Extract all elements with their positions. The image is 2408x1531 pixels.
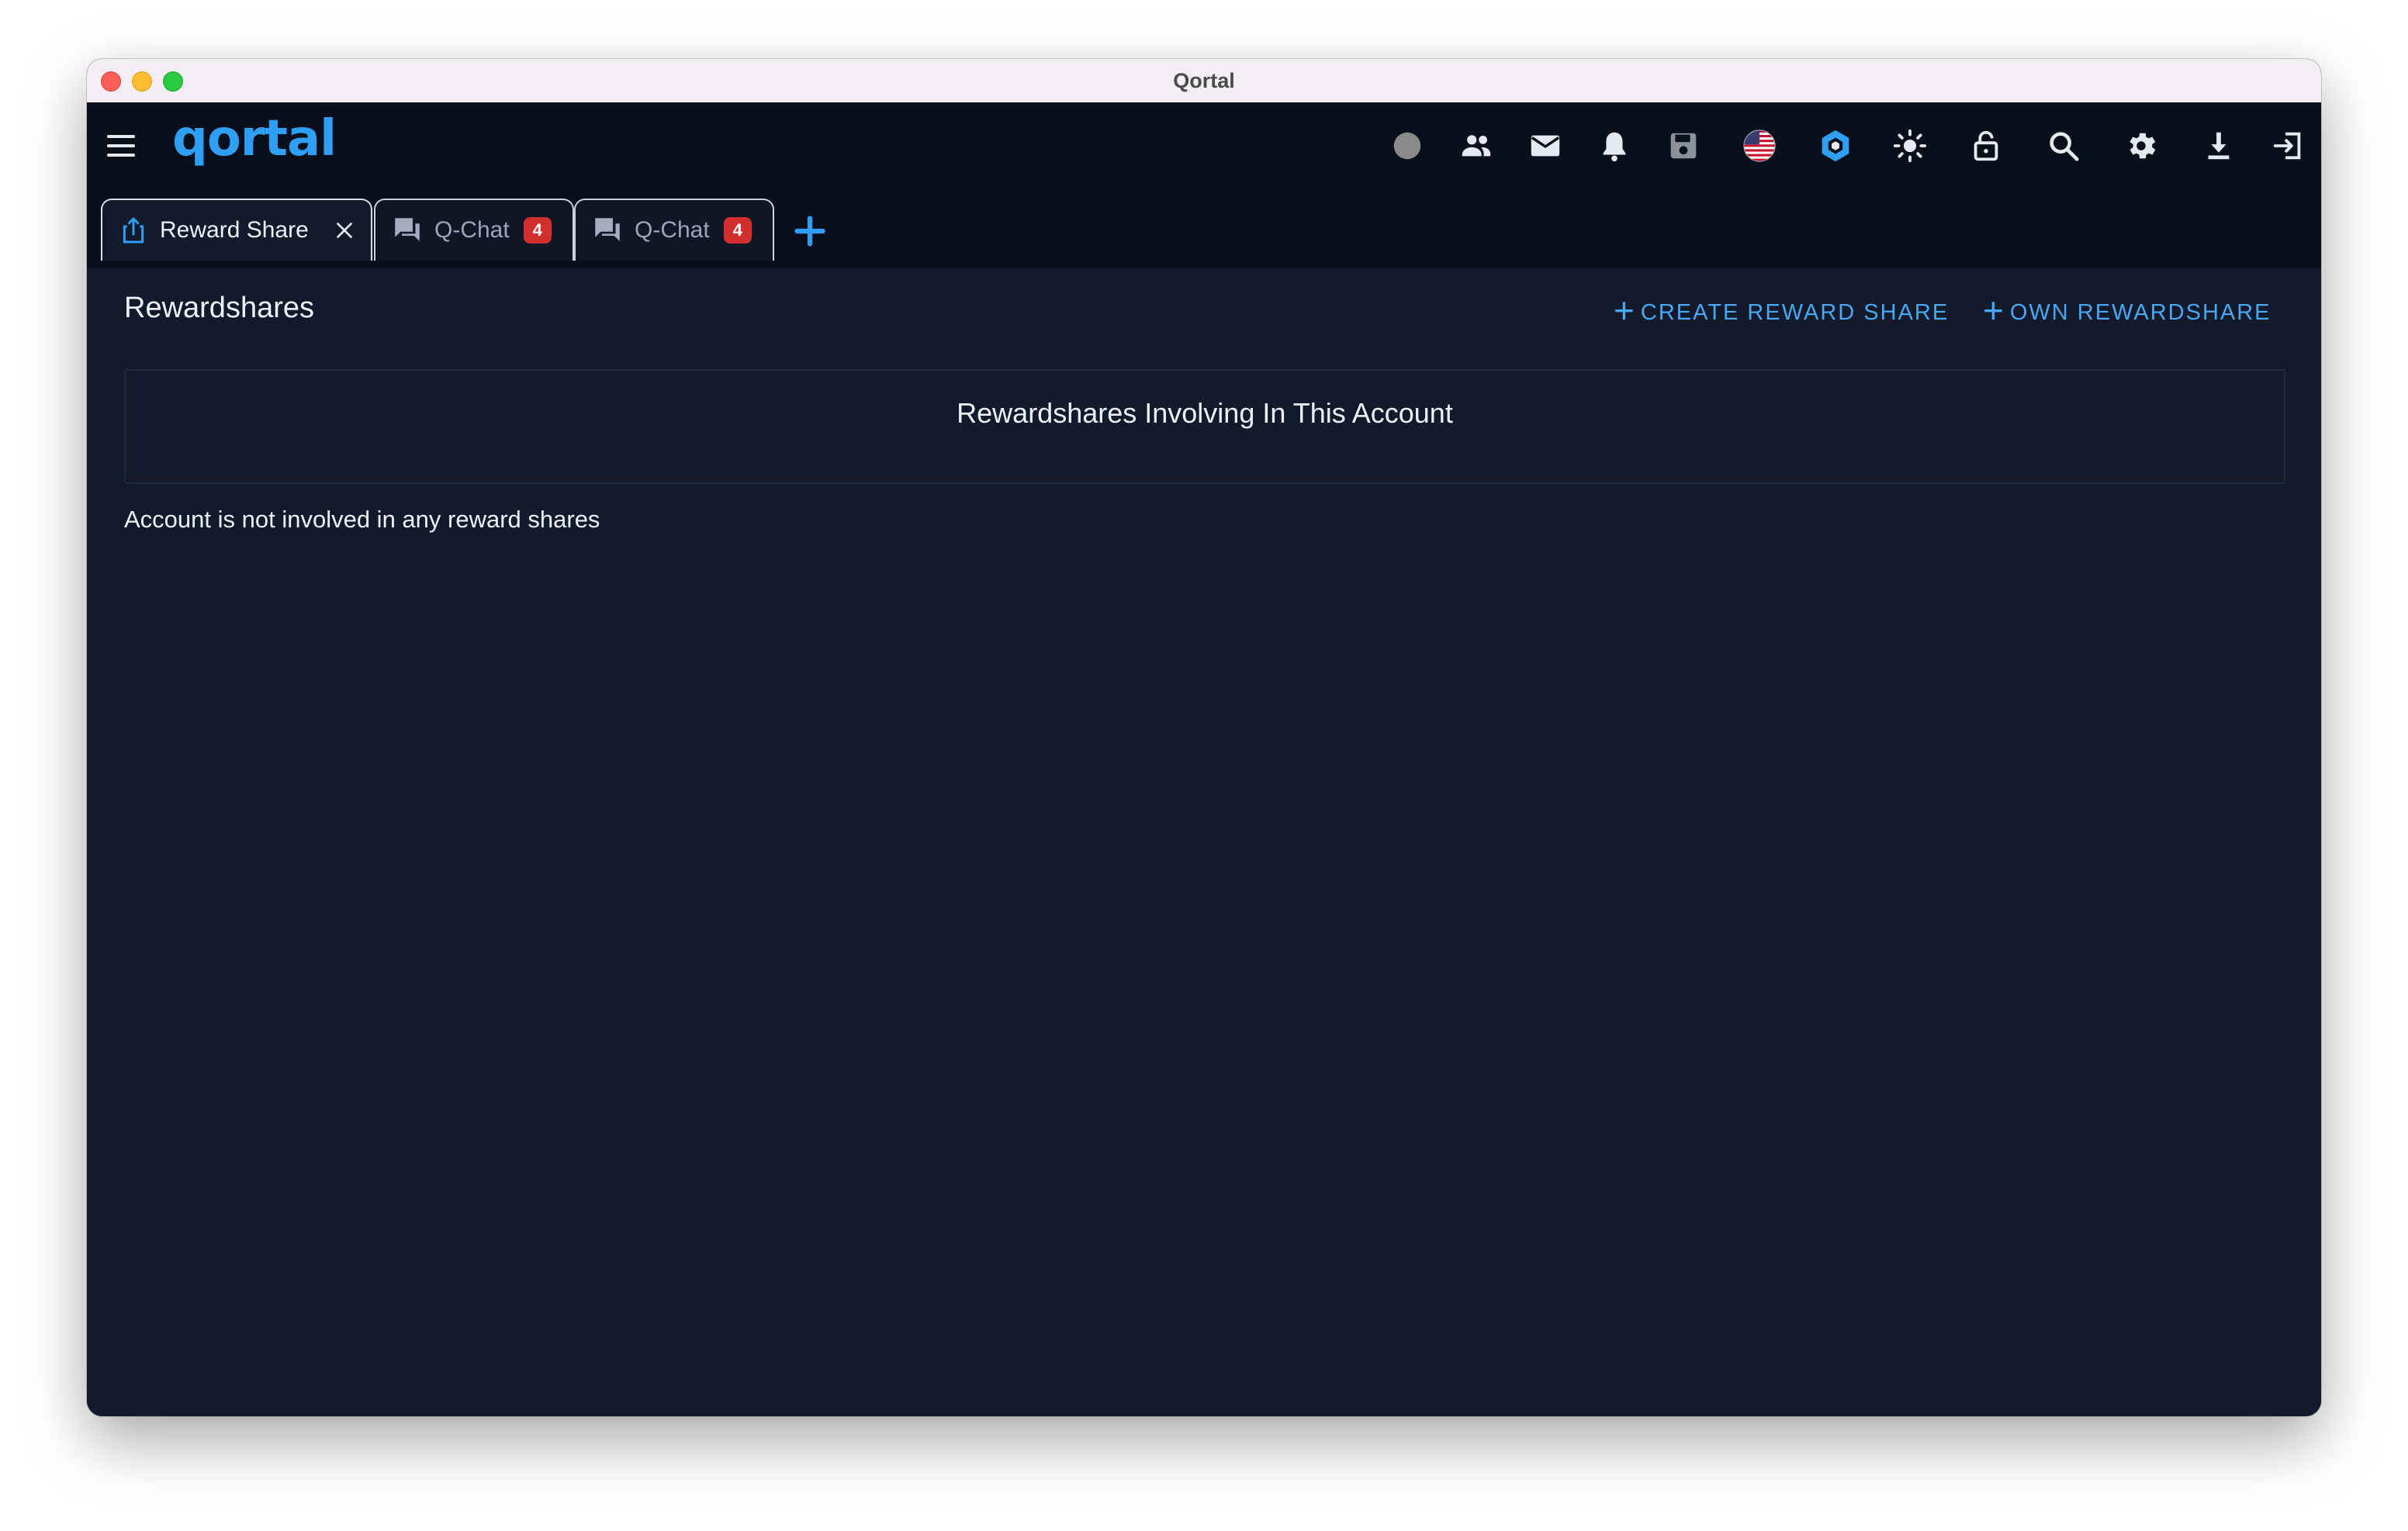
app-window: Qortal qortal Reward Share Q-Chat 4 Q-Ch… — [87, 59, 2321, 1416]
plus-icon: + — [1983, 290, 2005, 330]
empty-state-message: Account is not involved in any reward sh… — [124, 506, 600, 533]
app-header: qortal — [87, 102, 2321, 189]
unread-badge: 4 — [723, 217, 752, 244]
panel-title: Rewardshares Involving In This Account — [957, 397, 1453, 429]
search-icon[interactable] — [2042, 124, 2085, 168]
own-rewardshare-label: OWN REWARDSHARE — [2009, 299, 2271, 325]
title-bar: Qortal — [87, 59, 2321, 103]
lock-icon[interactable] — [1964, 124, 2008, 168]
us-flag-icon[interactable] — [1738, 124, 1781, 168]
unread-badge: 4 — [523, 217, 552, 244]
add-tab-icon[interactable] — [793, 214, 827, 248]
qortal-hex-icon[interactable] — [1814, 124, 1857, 168]
tab-label: Reward Share — [160, 217, 309, 243]
chat-icon — [591, 214, 624, 247]
brightness-icon[interactable] — [1888, 124, 1932, 168]
chat-icon — [391, 214, 424, 247]
window-title: Qortal — [1173, 69, 1235, 92]
people-icon[interactable] — [1455, 124, 1498, 168]
bell-icon[interactable] — [1593, 124, 1636, 168]
logout-icon[interactable] — [2267, 124, 2310, 168]
create-reward-share-label: CREATE REWARD SHARE — [1640, 299, 1950, 325]
plus-icon: + — [1614, 290, 1636, 330]
tab-q-chat[interactable]: Q-Chat 4 — [574, 199, 774, 261]
tab-label: Q-Chat — [434, 217, 510, 243]
tab-label: Q-Chat — [635, 217, 710, 243]
tab-q-chat[interactable]: Q-Chat 4 — [374, 199, 574, 261]
create-reward-share-button[interactable]: + CREATE REWARD SHARE — [1614, 290, 1950, 332]
save-icon[interactable] — [1662, 124, 1705, 168]
qortal-logo[interactable]: qortal — [172, 110, 337, 172]
mail-icon[interactable] — [1524, 124, 1567, 168]
rewardshares-panel: Rewardshares Involving In This Account — [124, 369, 2285, 484]
share-icon — [118, 215, 149, 246]
close-tab-icon[interactable] — [332, 218, 357, 243]
menu-icon[interactable] — [104, 130, 138, 161]
page-title: Rewardshares — [124, 292, 314, 324]
main-content: Rewardshares + CREATE REWARD SHARE + OWN… — [87, 268, 2321, 1416]
status-dot-icon[interactable] — [1386, 124, 1429, 168]
own-rewardshare-button[interactable]: + OWN REWARDSHARE — [1983, 290, 2271, 332]
download-icon[interactable] — [2197, 124, 2240, 168]
gear-icon[interactable] — [2119, 124, 2163, 168]
tab-reward-share[interactable]: Reward Share — [101, 199, 372, 261]
